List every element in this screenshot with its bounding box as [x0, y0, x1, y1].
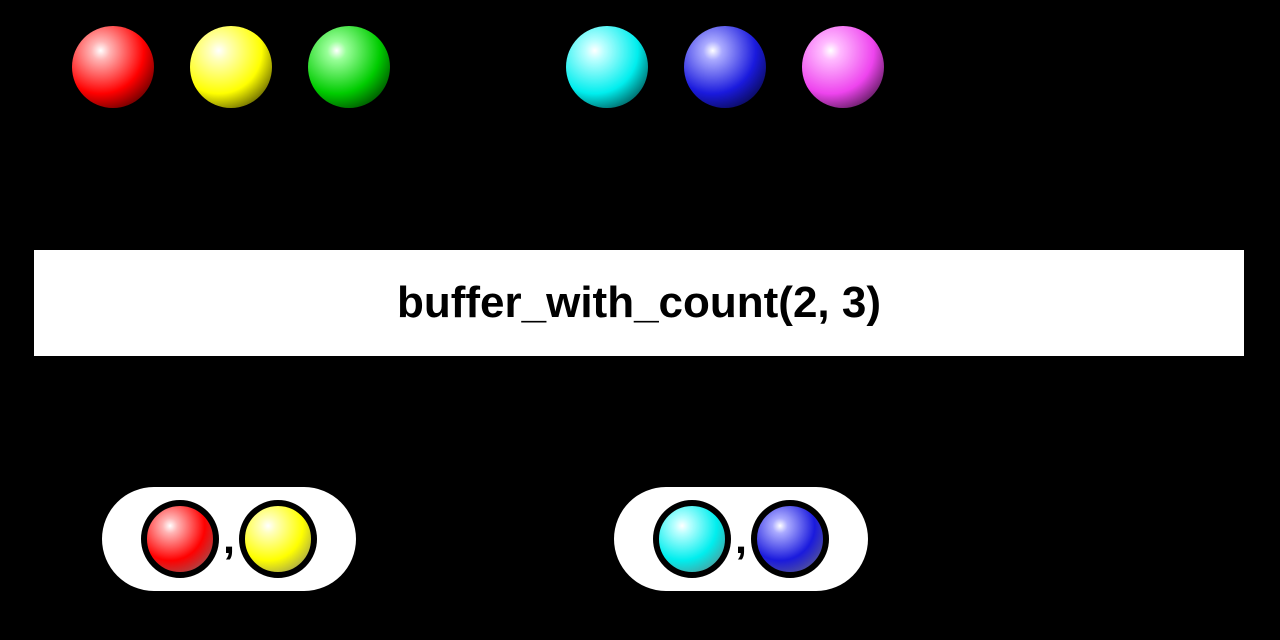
marble-cyan: [566, 26, 648, 108]
marble-magenta: [802, 26, 884, 108]
buffer-0-marble-yellow: [239, 500, 317, 578]
marble-red: [72, 26, 154, 108]
buffer-1-marble-blue: [751, 500, 829, 578]
buffer-1-separator: ,: [735, 515, 747, 564]
buffer-0-separator: ,: [223, 515, 235, 564]
operator-box: buffer_with_count(2, 3): [34, 250, 1244, 356]
buffer-pill-0: ,: [102, 487, 356, 591]
marble-blue: [684, 26, 766, 108]
buffer-0-marble-red: [141, 500, 219, 578]
buffer-pill-1: ,: [614, 487, 868, 591]
marble-green: [308, 26, 390, 108]
marble-yellow: [190, 26, 272, 108]
buffer-1-marble-cyan: [653, 500, 731, 578]
operator-label: buffer_with_count(2, 3): [397, 278, 881, 328]
